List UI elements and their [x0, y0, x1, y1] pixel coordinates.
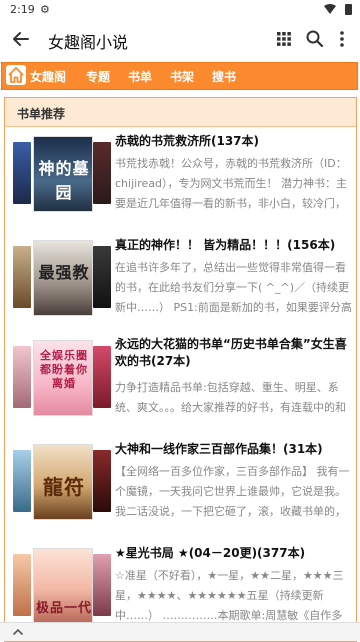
cover-title: 最强教 [38, 263, 90, 282]
nav-item-bookshelf[interactable]: 书架 [170, 68, 194, 85]
cover-image: 龍符 [33, 444, 93, 520]
cover-stack: 极品一代 [9, 548, 111, 626]
page-title: 女趣阁小说 [48, 33, 129, 52]
cover-stack: 全娱乐圈都盼着你离婚 [9, 340, 111, 418]
booklist-item[interactable]: 神的墓园 赤戟的书荒救济所(137本) 书荒找赤戟！公众号，赤戟的书荒救济所（I… [5, 130, 356, 234]
bottom-bar [0, 622, 360, 641]
cover-title: 极品一代 [35, 601, 92, 616]
cover-image: 神的墓园 [33, 136, 93, 212]
section-header: 书单推荐 [5, 98, 356, 127]
cover-image: 极品一代 [33, 548, 93, 624]
nav-item-search[interactable]: 搜书 [212, 68, 236, 85]
booklist-description: 力争打造精品书单:包括穿越、重生、明星、系统、爽文。。。给大家推荐的好书，有连载… [115, 381, 346, 414]
cover-image [93, 450, 111, 512]
cover-image: 最强教 [33, 240, 93, 316]
booklist-item[interactable]: 龍符 大神和一线作家三百部作品集！(31本) 【全网络一百多位作家，三百多部作品… [5, 438, 356, 542]
cover-image [13, 246, 31, 308]
app-bar: 女趣阁小说 [0, 20, 360, 58]
cover-title: 全娱乐圈都盼着你离婚 [40, 349, 88, 390]
status-bar: 2:19 ⚙ [0, 0, 360, 20]
booklist-item[interactable]: 最强教 真正的神作！！ 皆为精品！！！(156本) 在追书许多年了，总结出一些觉… [5, 234, 356, 338]
cover-image [93, 554, 111, 616]
wifi-icon [324, 4, 336, 14]
cover-image [13, 450, 31, 512]
nav-item-home[interactable]: 女趣阁 [30, 68, 66, 85]
cover-stack: 最强教 [9, 240, 111, 318]
home-icon[interactable] [6, 65, 26, 85]
cover-title: 神的墓园 [38, 159, 90, 202]
booklist-title: 赤戟的书荒救济所(137本) [115, 134, 260, 148]
nav-item-booklists[interactable]: 书单 [128, 68, 152, 85]
booklist-item[interactable]: 全娱乐圈都盼着你离婚 永远的大花猫的书单“历史书单合集”女生喜欢的书(27本) … [5, 334, 356, 438]
booklist-panel: 书单推荐 神的墓园 赤戟的书荒救济所(137本) 书荒找赤戟！公众号，赤戟的书荒… [4, 97, 357, 642]
status-time: 2:19 [10, 3, 35, 16]
booklist-description: 在追书许多年了，总结出一些觉得非常值得一看的书，在此给书友们分享一下( ^_^)… [115, 261, 352, 314]
cover-stack: 龍符 [9, 444, 111, 522]
booklist-description: 书荒找赤戟！公众号，赤戟的书荒救济所（ID：chijiread），专为网文书荒而… [115, 157, 347, 210]
booklist-title: ★星光书局 ★(04－20更)(377本) [115, 546, 306, 560]
cover-image [13, 554, 31, 616]
cover-image: 全娱乐圈都盼着你离婚 [33, 340, 93, 416]
settings-status-icon: ⚙ [40, 3, 50, 16]
search-icon[interactable] [305, 29, 325, 49]
cover-image [13, 346, 31, 408]
arrow-left-icon[interactable] [10, 28, 32, 50]
cover-stack: 神的墓园 [9, 136, 111, 214]
cover-image [93, 246, 111, 308]
cover-image [93, 142, 111, 204]
booklist-description: 【全网络一百多位作家，三百多部作品】 我有一个魔镜，一天我问它世界上谁最帅，它说… [115, 465, 350, 518]
chevron-up-icon[interactable] [12, 626, 24, 638]
battery-icon [345, 4, 352, 15]
booklist-description: ☆准星（不好看），★一星，★★二星，★★★三星，★★★★、★★★★★★五星（持续… [115, 569, 344, 622]
section-title: 书单推荐 [17, 107, 66, 121]
nav-item-topics[interactable]: 专题 [86, 68, 110, 85]
cover-title: 龍符 [43, 475, 85, 499]
booklist-title: 永远的大花猫的书单“历史书单合集”女生喜欢的书(27本) [115, 337, 347, 368]
cover-image [93, 346, 111, 408]
top-nav: 女趣阁 专题 书单 书架 搜书 [1, 62, 358, 90]
grid-icon[interactable] [276, 31, 292, 47]
booklist-title: 大神和一线作家三百部作品集！(31本) [115, 442, 323, 456]
cover-image [13, 142, 31, 204]
more-vert-icon[interactable] [336, 29, 348, 49]
booklist-title: 真正的神作！！ 皆为精品！！！(156本) [115, 238, 336, 252]
